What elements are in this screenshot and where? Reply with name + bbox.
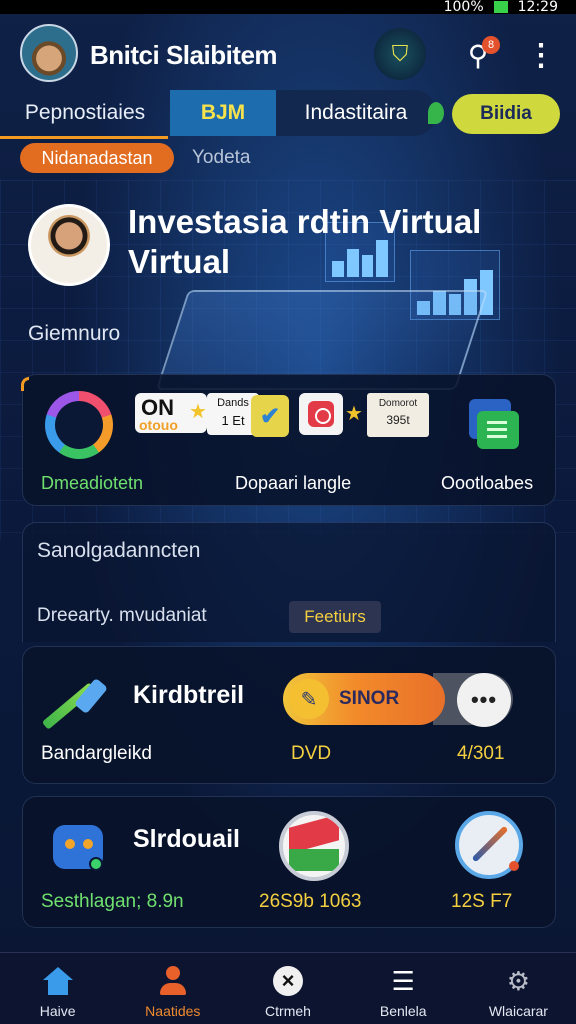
nav-label: Wlaicarar [488,1003,548,1019]
nav-profile[interactable]: Naatides [115,953,230,1024]
wrench-icon: ✎ [289,679,329,719]
battery-icon [493,1,508,13]
filter-chip-inactive[interactable]: Yodeta [192,143,250,173]
app-header: Bnitci Slaibitem ⛉ ⚲ 8 ⋮ [0,22,576,86]
search-card-subtitle: Dreearty. mvudaniat [37,605,207,626]
search-button[interactable]: ⚲ 8 [458,36,500,76]
item-subtitle: Bandargleikd [41,743,152,764]
check-icon[interactable]: ✔ [251,395,289,437]
star-icon: ★ [345,403,363,425]
item-meta: 26S9b 1063 [259,891,362,912]
leaf-icon [428,102,444,124]
more-vertical-icon: ⋮ [526,39,556,72]
feature-label[interactable]: Dopaari langle [235,473,351,494]
hero-subtitle: Giemnuro [28,322,121,345]
hero-avatar [28,204,110,286]
tab-bar: Pepnostiaies BJM Indastitaira Biidia [0,90,576,139]
target-icon[interactable] [299,393,343,435]
robot-icon [49,819,109,877]
nav-label: Haive [39,1003,76,1019]
item-meta: 12S F7 [451,891,513,912]
overflow-menu-button[interactable]: ⋮ [526,36,556,76]
hero-title: Investasia rdtin Virtual Virtual [128,203,482,280]
search-card-title: Sanolgadanncten [37,539,201,562]
bottom-navigation: Haive Naatides × Ctrmeh ☰ Benlela ⚙ Wlai… [0,952,576,1024]
more-horizontal-icon: ••• [470,687,498,712]
color-ring-icon[interactable] [45,391,113,459]
shield-button[interactable]: ⛉ [374,28,426,80]
clock: 12:29 [517,0,558,15]
nav-settings[interactable]: ⚙ Wlaicarar [461,953,576,1024]
item-meta: 4/301 [457,743,505,764]
battery-text: 100% [443,0,484,15]
item-meta: DVD [291,743,332,764]
list-item[interactable]: Slrdouail Sesthlagan; 8.9n 26S9b 1063 12… [22,796,556,928]
item-subtitle: Sesthlagan; 8.9n [41,891,184,912]
item-title: Slrdouail [133,825,240,853]
card-accent [21,377,29,391]
tab-pepnostiaies[interactable]: Pepnostiaies [0,90,170,136]
compass-badge [509,861,519,871]
nav-menu[interactable]: ☰ Benlela [346,953,461,1024]
home-icon [42,967,73,995]
tab-biidia[interactable]: Biidia [452,94,560,134]
toggle-label: SINOR [339,688,400,709]
app-title: Bnitci Slaibitem [90,40,278,70]
active-tab-indicator [0,136,168,139]
feature-card: Dmeadiotetn ON otouo ★ Dands 1 Et ✔ ★ Do… [21,374,556,506]
nav-label: Ctrmeh [265,1003,311,1019]
tool-icon [41,677,115,737]
item-title: Kirdbtreil [133,681,245,709]
feature-tag[interactable]: Feetiurs [289,601,381,633]
document-icon[interactable] [469,399,523,451]
nav-label: Naatides [145,1003,201,1019]
search-card[interactable]: Sanolgadanncten Dreearty. mvudaniat Feet… [22,522,556,642]
menu-icon: ☰ [391,965,415,996]
close-icon: × [273,966,303,996]
gear-icon: ⚙ [506,965,531,996]
globe-icon[interactable] [279,811,349,881]
filter-chip-active[interactable]: Nidanadastan [20,143,174,173]
list-item[interactable]: Kirdbtreil Bandargleikd ✎ SINOR ••• DVD … [22,646,556,784]
nav-label: Benlela [379,1003,427,1019]
avatar[interactable] [20,24,78,82]
shield-icon: ⛉ [391,41,409,66]
price-badge-value: 395t [386,413,410,427]
nav-close[interactable]: × Ctrmeh [230,953,345,1024]
price-badge-title: Domorot [378,398,418,409]
price-badge[interactable]: Domorot 395t [367,393,429,437]
status-bar: 100% 12:29 [0,0,576,14]
tab-bjm[interactable]: BJM [170,90,276,136]
feature-label[interactable]: Oootloabes [441,473,533,494]
nav-home[interactable]: Haive [0,953,115,1024]
tab-indastitaira[interactable]: Indastitaira [276,90,436,136]
sinor-toggle[interactable]: ✎ SINOR [283,673,445,725]
star-icon: ★ [189,401,207,423]
on-badge-sub: otouo [139,417,178,433]
notification-badge: 8 [482,36,500,54]
user-icon [158,966,188,996]
feature-label[interactable]: Dmeadiotetn [41,473,143,494]
more-options-button[interactable]: ••• [457,673,511,727]
